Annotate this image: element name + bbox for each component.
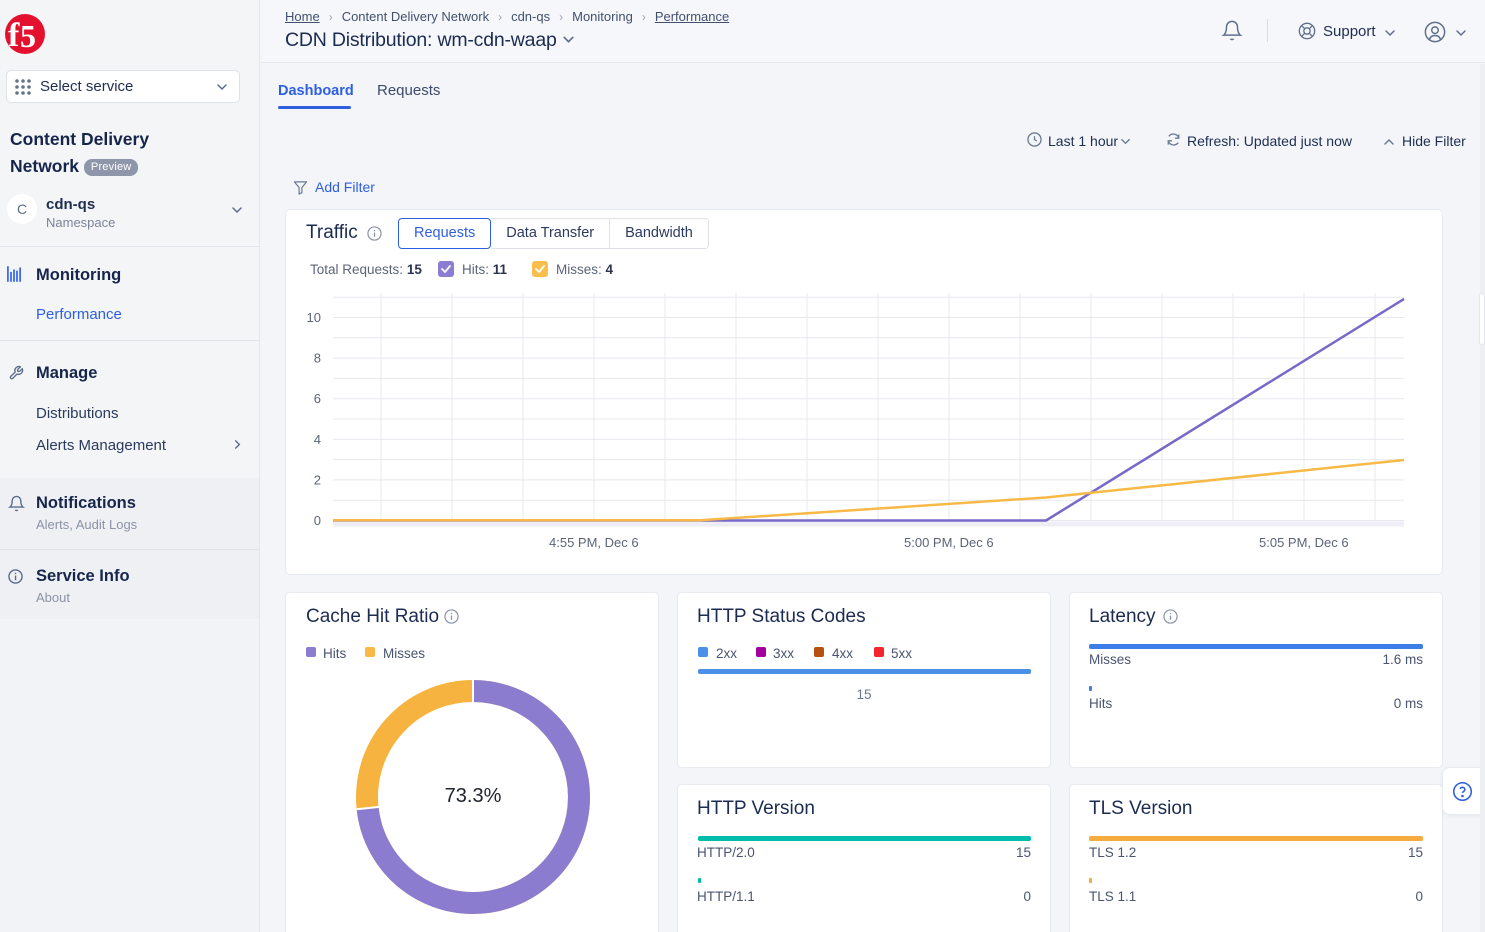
svg-text:4: 4	[314, 432, 321, 447]
svg-text:6: 6	[314, 391, 321, 406]
svg-text:2: 2	[314, 472, 321, 487]
svg-text:5: 5	[20, 18, 36, 54]
svg-text:8: 8	[314, 351, 321, 366]
svg-text:10: 10	[307, 310, 321, 325]
svg-text:0: 0	[314, 513, 321, 528]
svg-text:f: f	[8, 17, 20, 54]
